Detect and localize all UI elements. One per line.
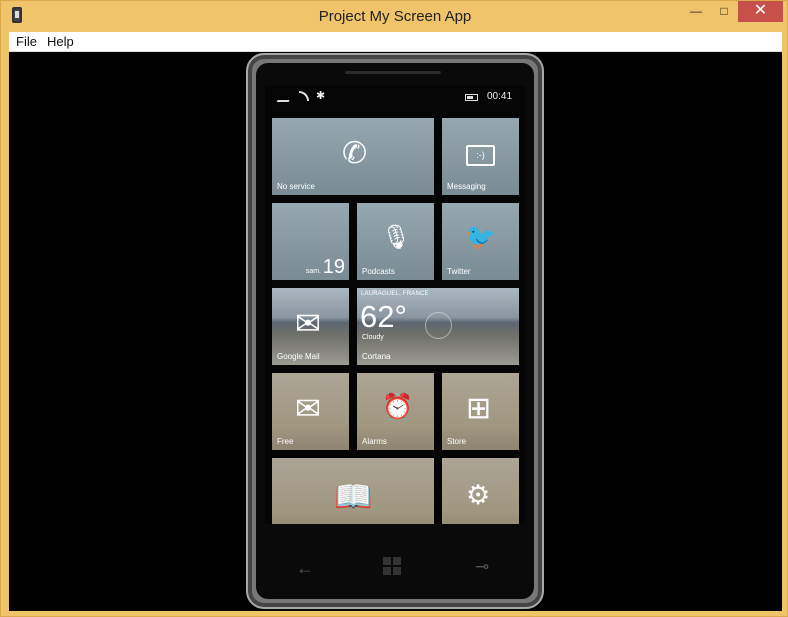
tile-google-mail[interactable]: ✉ Google Mail [272, 288, 349, 365]
phone-speaker [345, 71, 441, 74]
status-time: 00:41 [487, 91, 513, 102]
tile-label-twitter: Twitter [447, 267, 471, 276]
app-window: Project My Screen App — □ ✕ File Help ✱ … [0, 0, 788, 617]
tile-settings[interactable]: ⚙ [442, 458, 519, 524]
phone-icon: ✆ [342, 137, 368, 170]
tile-calendar[interactable]: sam. 19 [272, 203, 349, 280]
chat-icon: :-) [466, 145, 495, 166]
signal-icon [276, 92, 294, 102]
phone-navigation-bar: ← ⊸ [256, 552, 534, 584]
book-icon: 📖 [334, 479, 373, 514]
bag-icon: ⊞ [466, 392, 492, 425]
help-menu[interactable]: Help [47, 34, 74, 49]
window-title: Project My Screen App [318, 8, 472, 25]
phone-frame: ✱ 00:41 ✆ No service :-) Messaging sam. [246, 53, 544, 609]
tile-label-google-mail: Google Mail [277, 352, 320, 361]
tile-cortana[interactable]: LAURAGUEL, FRANCE 62° Cloudy Cortana [357, 288, 519, 365]
wifi-icon [299, 91, 309, 101]
mail-icon: ✉ [295, 391, 321, 426]
gear-icon: ⚙ [466, 480, 491, 510]
tile-alarms[interactable]: ⏰ Alarms [357, 373, 434, 450]
tile-label-alarms: Alarms [362, 437, 387, 446]
weather-temperature: 62° [360, 299, 407, 334]
calendar-date: 19 [322, 256, 345, 278]
tile-label-free: Free [277, 437, 294, 446]
battery-icon [465, 94, 478, 101]
tile-messaging[interactable]: :-) Messaging [442, 118, 519, 195]
phone-screen[interactable]: ✱ 00:41 ✆ No service :-) Messaging sam. [265, 86, 525, 524]
tile-reader[interactable]: 📖 [272, 458, 434, 524]
tile-label-cortana: Cortana [362, 352, 391, 361]
title-bar[interactable]: Project My Screen App — □ ✕ [1, 1, 787, 32]
bird-icon: 🐦 [465, 223, 497, 251]
tile-twitter[interactable]: 🐦 Twitter [442, 203, 519, 280]
weather-location: LAURAGUEL, FRANCE [361, 291, 429, 297]
calendar-day: sam. [305, 268, 321, 275]
tile-phone[interactable]: ✆ No service [272, 118, 434, 195]
tile-label-store: Store [447, 437, 467, 446]
back-icon[interactable]: ← [296, 558, 314, 579]
tile-podcasts[interactable]: 🎙 Podcasts [357, 203, 434, 280]
file-menu[interactable]: File [16, 34, 37, 49]
maximize-button[interactable]: □ [711, 1, 737, 22]
clock-icon: ⏰ [382, 393, 414, 421]
weather-condition: Cloudy [362, 334, 384, 341]
bluetooth-icon: ✱ [316, 90, 326, 102]
search-icon[interactable]: ⊸ [475, 557, 489, 577]
windows-start-icon[interactable] [383, 557, 401, 575]
menu-bar: File Help [9, 32, 782, 52]
microphone-icon: 🎙 [381, 224, 412, 251]
tile-free[interactable]: ✉ Free [272, 373, 349, 450]
cortana-circle-icon [425, 312, 452, 339]
tile-label-phone: No service [277, 182, 315, 191]
tile-store[interactable]: ⊞ Store [442, 373, 519, 450]
projection-area: ✱ 00:41 ✆ No service :-) Messaging sam. [9, 52, 782, 611]
close-button[interactable]: ✕ [738, 1, 783, 22]
mail-icon: ✉ [295, 306, 321, 341]
phone-body: ✱ 00:41 ✆ No service :-) Messaging sam. [256, 63, 534, 599]
phone-status-bar: ✱ 00:41 [265, 86, 525, 110]
minimize-button[interactable]: — [683, 1, 709, 22]
tile-label-messaging: Messaging [447, 182, 486, 191]
tile-label-podcasts: Podcasts [362, 267, 395, 276]
